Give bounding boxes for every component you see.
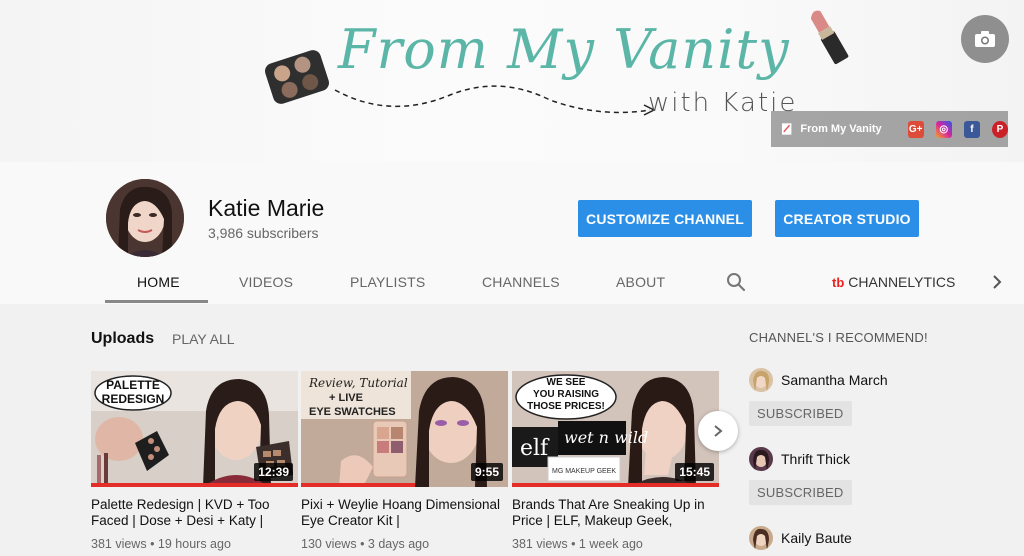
- dashed-arrow-decoration: [334, 85, 656, 116]
- svg-text:+ LIVE: + LIVE: [329, 392, 363, 404]
- edit-banner-camera-button[interactable]: [961, 15, 1009, 63]
- subscribed-button[interactable]: SUBSCRIBED: [749, 401, 852, 426]
- instagram-icon[interactable]: ◎: [935, 120, 952, 138]
- website-link-icon[interactable]: [781, 122, 792, 136]
- google-plus-icon[interactable]: G+: [907, 120, 924, 138]
- video-age: 1 week ago: [578, 537, 643, 551]
- channelytics-tab[interactable]: tb CHANNELYTICS: [832, 262, 955, 302]
- tab-videos[interactable]: VIDEOS: [239, 262, 293, 302]
- video-title[interactable]: Palette Redesign | KVD + Too Faced | Dos…: [91, 497, 298, 529]
- avatar[interactable]: [749, 368, 773, 392]
- youtube-channel-page: From My Vanity with Katie From My Vanity…: [0, 0, 1024, 556]
- video-meta: 381 views • 19 hours ago: [91, 537, 231, 551]
- svg-text:elf: elf: [520, 436, 550, 461]
- video-title[interactable]: Brands That Are Sneaking Up in Price | E…: [512, 497, 719, 529]
- video-thumbnail[interactable]: elf wet n wild MG MAKEUP GEEK WE SEE YOU…: [512, 371, 719, 487]
- svg-text:wet n wild: wet n wild: [564, 428, 648, 447]
- watch-progress-bar: [91, 483, 298, 487]
- customize-channel-button[interactable]: CUSTOMIZE CHANNEL: [578, 200, 752, 237]
- avatar-portrait: [106, 179, 184, 257]
- active-tab-indicator: [105, 300, 208, 303]
- channel-name: Katie Marie: [208, 195, 325, 221]
- shelf-next-button[interactable]: [698, 411, 738, 451]
- tab-channels[interactable]: CHANNELS: [482, 262, 560, 302]
- lipstick-icon: [810, 10, 849, 65]
- avatar[interactable]: [749, 526, 773, 550]
- video-duration: 15:45: [675, 463, 714, 481]
- uploads-shelf-title[interactable]: Uploads: [91, 330, 154, 348]
- video-views: 381 views: [91, 537, 147, 551]
- video-duration: 12:39: [254, 463, 293, 481]
- social-site-label[interactable]: From My Vanity: [800, 123, 881, 135]
- tab-about[interactable]: ABOUT: [616, 262, 665, 302]
- pinterest-icon[interactable]: P: [991, 120, 1009, 138]
- eyeshadow-palette-icon: [265, 50, 329, 104]
- watch-progress-bar: [512, 483, 719, 487]
- channel-avatar[interactable]: [106, 179, 184, 257]
- svg-text:WE SEE: WE SEE: [547, 377, 586, 388]
- svg-text:REDESIGN: REDESIGN: [102, 392, 165, 406]
- facebook-icon[interactable]: f: [963, 120, 980, 138]
- recommended-channel: Samantha March SUBSCRIBED: [749, 368, 989, 426]
- recommended-channel: Thrift Thick SUBSCRIBED: [749, 447, 989, 505]
- svg-text:THOSE PRICES!: THOSE PRICES!: [527, 401, 605, 412]
- video-views: 381 views: [512, 537, 568, 551]
- video-duration: 9:55: [470, 463, 503, 481]
- camera-icon: [975, 31, 995, 47]
- recommended-channel-name[interactable]: Kaily Baute: [781, 530, 852, 546]
- subscribed-button[interactable]: SUBSCRIBED: [749, 480, 852, 505]
- recommended-channel-name[interactable]: Samantha March: [781, 372, 888, 388]
- recommended-channel: Kaily Baute: [749, 526, 989, 550]
- recommended-channels-title: CHANNEL'S I RECOMMEND!: [749, 330, 928, 345]
- svg-text:EYE SWATCHES: EYE SWATCHES: [309, 406, 396, 418]
- avatar[interactable]: [749, 447, 773, 471]
- video-views: 130 views: [301, 537, 357, 551]
- video-thumbnail[interactable]: Review, Tutorial + LIVE EYE SWATCHES 9:5…: [301, 371, 508, 487]
- svg-text:MG MAKEUP GEEK: MG MAKEUP GEEK: [552, 468, 616, 475]
- video-meta: 130 views • 3 days ago: [301, 537, 430, 551]
- play-all-button[interactable]: PLAY ALL: [172, 331, 235, 347]
- video-meta: 381 views • 1 week ago: [512, 537, 643, 551]
- channelytics-label: CHANNELYTICS: [848, 274, 956, 290]
- tab-home[interactable]: HOME: [137, 262, 180, 302]
- recommended-channel-name[interactable]: Thrift Thick: [781, 451, 850, 467]
- subscriber-count: 3,986 subscribers: [208, 225, 319, 241]
- svg-text:PALETTE: PALETTE: [106, 378, 160, 392]
- video-thumbnail[interactable]: PALETTE REDESIGN 12:39: [91, 371, 298, 487]
- video-card[interactable]: PALETTE REDESIGN 12:39 Palette Redesign …: [91, 371, 298, 551]
- video-card[interactable]: elf wet n wild MG MAKEUP GEEK WE SEE YOU…: [512, 371, 719, 551]
- chevron-right-icon: [714, 425, 723, 437]
- tubebuddy-logo-icon: tb: [832, 274, 845, 290]
- chevron-right-icon[interactable]: [987, 271, 1007, 293]
- video-card[interactable]: Review, Tutorial + LIVE EYE SWATCHES 9:5…: [301, 371, 508, 551]
- svg-text:Review, Tutorial: Review, Tutorial: [308, 376, 408, 390]
- video-age: 3 days ago: [367, 537, 430, 551]
- svg-text:YOU RAISING: YOU RAISING: [533, 389, 599, 400]
- watch-progress-bar: [301, 483, 415, 487]
- channel-banner: From My Vanity with Katie From My Vanity…: [0, 0, 1024, 162]
- search-icon[interactable]: [725, 271, 747, 293]
- tab-playlists[interactable]: PLAYLISTS: [350, 262, 425, 302]
- creator-studio-button[interactable]: CREATOR STUDIO: [775, 200, 919, 237]
- channel-tabs: HOME VIDEOS PLAYLISTS CHANNELS ABOUT tb …: [0, 262, 1024, 304]
- video-title[interactable]: Pixi + Weylie Hoang Dimensional Eye Crea…: [301, 497, 508, 529]
- video-age: 19 hours ago: [157, 537, 231, 551]
- banner-social-links: From My Vanity G+ ◎ f P: [771, 111, 1009, 147]
